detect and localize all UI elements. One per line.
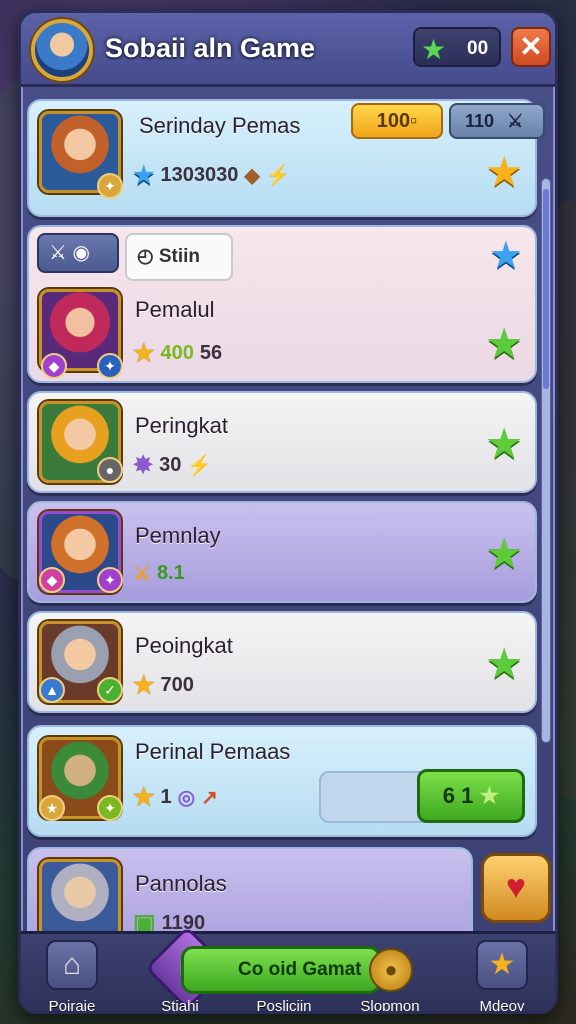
- player-stat-value: 8.1: [156, 562, 185, 584]
- sword-icon: ⚔: [507, 111, 524, 131]
- bottom-nav: ⌂ Poiraje ■ Co oid Gamat ● Stiahi Poslic…: [21, 925, 555, 1014]
- player-name: Perinal Pemaas: [135, 739, 291, 764]
- gem-icon: ★: [421, 34, 447, 65]
- gem-value: 00: [467, 38, 489, 59]
- heart-icon: ♥: [505, 868, 527, 906]
- ring-icon: ◎: [177, 787, 196, 809]
- player-portrait: [39, 859, 121, 941]
- gem-icon: ✸: [133, 452, 154, 479]
- element-badge-icon: ●: [97, 457, 123, 483]
- element-badge-icon: ✦: [97, 353, 123, 379]
- scroll-thumb[interactable]: [543, 189, 549, 389]
- green-star-icon[interactable]: ★: [485, 319, 523, 368]
- class-badge-icon: ▲: [39, 677, 65, 703]
- list-item[interactable]: ★ ✦ Perinal Pemaas ★ 1 ◎ ↗ 6 1 ★: [27, 725, 537, 837]
- nav-item-home[interactable]: ⌂ Poiraje: [27, 940, 117, 1014]
- nav-label: Stiahi: [161, 998, 199, 1014]
- leaf-icon: ◆: [244, 165, 260, 187]
- nav-item-slopmon[interactable]: Slopmon: [345, 998, 435, 1014]
- favorite-star-icon[interactable]: ★: [485, 147, 523, 196]
- tab-weapon[interactable]: ⚔ ◉: [37, 233, 119, 273]
- green-star-icon[interactable]: ★: [485, 639, 523, 688]
- class-badge-icon: ◆: [41, 353, 67, 379]
- tab-stiin[interactable]: ◴ Stiin: [125, 233, 233, 281]
- top-player-card[interactable]: ✦ Serinday Pemas 100▫ 110 ⚔ ★ 1303030 ◆ …: [27, 99, 545, 217]
- secondary-pill-value: 110: [465, 111, 495, 131]
- scrollbar[interactable]: [541, 178, 551, 743]
- player-stats: ★ 700: [133, 671, 194, 700]
- player-stats: ✸ 30 ⚡: [133, 451, 212, 480]
- class-badge-icon: ★: [39, 795, 65, 821]
- player-stats: ★ 1 ◎ ↗: [133, 783, 218, 812]
- element-badge-icon: ✓: [97, 677, 123, 703]
- top-player-name: Serinday Pemas: [139, 113, 301, 138]
- star-icon: ★: [479, 783, 500, 808]
- tab-stiin-label: Stiin: [158, 246, 201, 267]
- player-name: Pemalul: [135, 297, 215, 322]
- player-name: Peoingkat: [135, 633, 233, 658]
- sword-icon: ⚔: [133, 563, 151, 585]
- leaderboard-panel: Sobaii aln Game ★ 00 ✕ ✦ Serinday Pemas …: [18, 10, 558, 1014]
- top-player-stats: ★ 1303030 ◆ ⚡: [133, 161, 291, 190]
- player-stat-secondary: 56: [199, 342, 223, 364]
- element-badge-icon: ✦: [97, 795, 123, 821]
- player-stat-value: 700: [160, 674, 194, 696]
- bolt-icon: ⚡: [187, 455, 213, 477]
- filter-section: ⚔ ◉ ◴ Stiin ★ ◆ ✦ Pemalul ★ 400 56 ★: [27, 225, 537, 383]
- secondary-pill[interactable]: 110 ⚔: [449, 103, 545, 139]
- header-bar: Sobaii aln Game ★ 00 ✕: [21, 13, 555, 87]
- list-item[interactable]: ▲ ✓ Peoingkat ★ 700 ★: [27, 611, 537, 713]
- center-action-button[interactable]: Co oid Gamat: [181, 946, 381, 994]
- nav-label: Posliciin: [256, 998, 312, 1014]
- player-name: Peringkat: [135, 413, 228, 438]
- clock-icon: ◴: [137, 246, 154, 267]
- coin-icon[interactable]: ●: [369, 948, 413, 992]
- blue-star-icon: ★: [133, 162, 155, 189]
- claim-button[interactable]: 6 1 ★: [417, 769, 525, 823]
- top-player-stat-value: 1303030: [160, 164, 239, 186]
- score-pill[interactable]: 100▫: [351, 103, 443, 139]
- player-stat-value: 1: [160, 786, 172, 808]
- gem-counter[interactable]: ★ 00: [413, 27, 501, 67]
- arrow-icon: ↗: [201, 787, 218, 809]
- element-badge-icon: ✦: [97, 567, 123, 593]
- bolt-icon: ⚡: [265, 165, 291, 187]
- close-button[interactable]: ✕: [511, 27, 551, 67]
- rank-badge-icon: ✦: [97, 173, 123, 199]
- filter-tabs: ⚔ ◉ ◴ Stiin: [37, 233, 233, 281]
- nav-item-mdeoy[interactable]: ★ Mdeoy: [457, 940, 547, 1014]
- star-icon: ★: [133, 672, 155, 699]
- player-stat-value: 400: [160, 342, 194, 364]
- green-star-icon[interactable]: ★: [485, 419, 523, 468]
- nav-item-stiahi[interactable]: Stiahi: [135, 998, 225, 1014]
- blue-star-button[interactable]: ★: [489, 233, 523, 278]
- player-avatar[interactable]: [31, 19, 93, 81]
- list-item[interactable]: ● Peringkat ✸ 30 ⚡ ★: [27, 391, 537, 493]
- class-badge-icon: ◆: [39, 567, 65, 593]
- nav-label: Poiraje: [48, 998, 96, 1014]
- player-name: Pannolas: [135, 871, 227, 896]
- star-icon: ★: [133, 340, 155, 367]
- player-name: Pemnlay: [135, 523, 221, 548]
- home-icon: ⌂: [46, 940, 98, 990]
- nav-item-posliciin[interactable]: Posliciin: [239, 998, 329, 1014]
- player-stat-value: 30: [159, 454, 182, 476]
- player-stats: ⚔ 8.1: [133, 561, 185, 586]
- nav-label: Slopmon: [360, 998, 420, 1014]
- nav-label: Mdeoy: [479, 998, 525, 1014]
- star-icon: ★: [133, 784, 155, 811]
- player-stats: ★ 400 56: [133, 339, 222, 368]
- green-star-icon[interactable]: ★: [485, 529, 523, 578]
- app-title: Sobaii aln Game: [105, 33, 316, 63]
- star-icon: ★: [476, 940, 528, 990]
- claim-button-label: 6 1: [442, 783, 474, 808]
- heart-button[interactable]: ♥: [481, 853, 551, 923]
- list-item[interactable]: ◆ ✦ Pemnlay ⚔ 8.1 ★: [27, 501, 537, 603]
